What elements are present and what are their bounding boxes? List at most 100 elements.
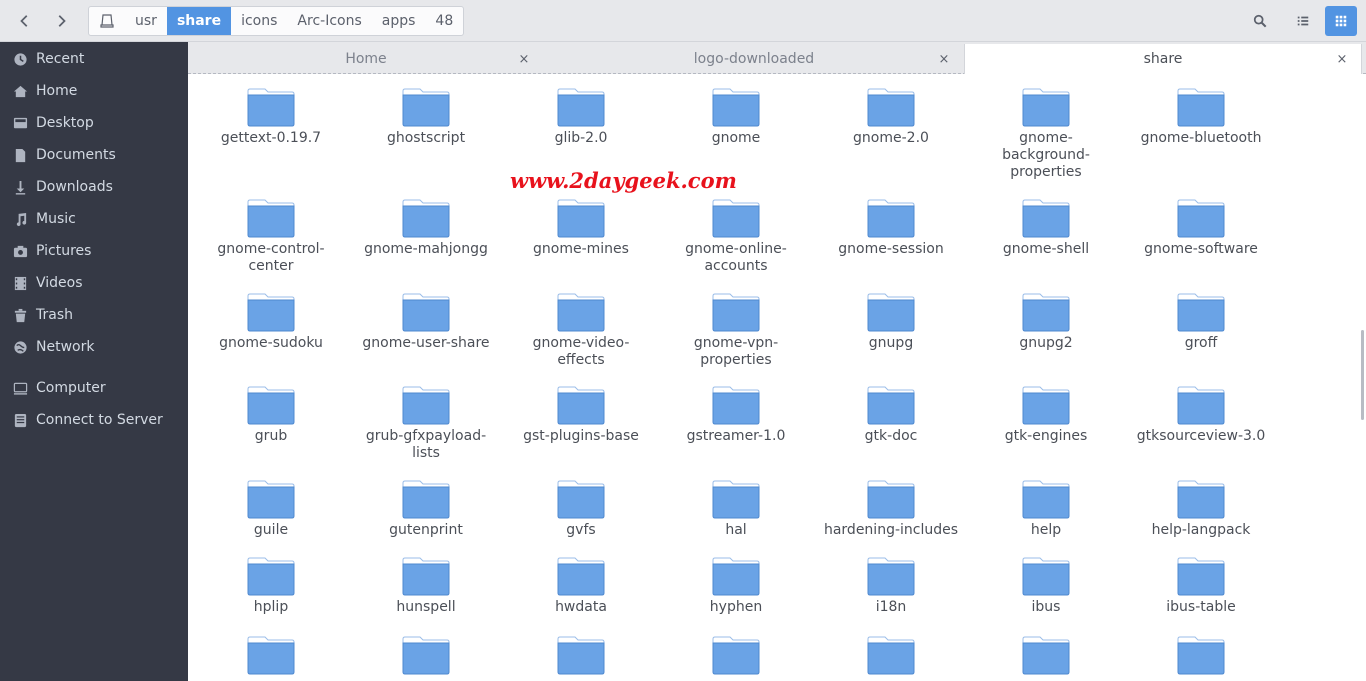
folder-item[interactable] xyxy=(506,635,656,678)
sidebar-item-label: Music xyxy=(36,211,76,227)
folder-item[interactable]: gnome-mahjongg xyxy=(351,198,501,258)
tab-close-button[interactable]: × xyxy=(932,44,956,74)
folder-icon xyxy=(867,199,915,238)
breadcrumb-icons[interactable]: icons xyxy=(231,7,287,35)
breadcrumb-48[interactable]: 48 xyxy=(425,7,463,35)
vertical-scrollbar[interactable] xyxy=(1361,330,1364,420)
folder-name: gst-plugins-base xyxy=(523,428,639,444)
folder-item[interactable]: glib-2.0 xyxy=(506,87,656,147)
folder-item[interactable]: ibus xyxy=(971,556,1121,616)
tab-close-button[interactable]: × xyxy=(512,44,536,74)
folder-item[interactable]: hunspell xyxy=(351,556,501,616)
folder-item[interactable]: gnome-bluetooth xyxy=(1126,87,1276,147)
folder-icon xyxy=(247,386,295,425)
folder-item[interactable]: help xyxy=(971,479,1121,539)
tab-share[interactable]: share xyxy=(964,44,1362,74)
folder-item[interactable]: gnome-mines xyxy=(506,198,656,258)
folder-icon xyxy=(1177,199,1225,238)
folder-item[interactable]: gutenprint xyxy=(351,479,501,539)
tab-logo-downloaded[interactable]: logo-downloaded xyxy=(544,44,964,74)
folder-item[interactable]: help-langpack xyxy=(1126,479,1276,539)
folder-item[interactable] xyxy=(196,635,346,678)
folder-name: gnome-session xyxy=(838,241,944,257)
folder-icon xyxy=(1022,88,1070,127)
pictures-icon xyxy=(12,243,28,259)
sidebar-item-home[interactable]: Home xyxy=(0,76,188,106)
folder-item[interactable]: hyphen xyxy=(661,556,811,616)
forward-button[interactable] xyxy=(47,7,75,35)
tab-close-button[interactable]: × xyxy=(1330,44,1354,74)
folder-item[interactable]: gnome-user-share xyxy=(351,292,501,352)
folder-item[interactable]: gnome-software xyxy=(1126,198,1276,258)
folder-icon xyxy=(247,480,295,519)
folder-item[interactable]: hal xyxy=(661,479,811,539)
drive-crumb-button[interactable] xyxy=(89,7,125,35)
sidebar-item-computer[interactable]: Computer xyxy=(0,373,188,403)
folder-item[interactable]: gnome xyxy=(661,87,811,147)
folder-item[interactable]: gnupg2 xyxy=(971,292,1121,352)
breadcrumb-share[interactable]: share xyxy=(166,7,232,35)
chevron-left-icon xyxy=(20,15,28,27)
sidebar-item-network[interactable]: Network xyxy=(0,332,188,362)
folder-item[interactable] xyxy=(351,635,501,678)
folder-item[interactable]: ghostscript xyxy=(351,87,501,147)
folder-item[interactable]: gnome-shell xyxy=(971,198,1121,258)
breadcrumb-usr[interactable]: usr xyxy=(125,7,167,35)
sidebar-item-recent[interactable]: Recent xyxy=(0,44,188,74)
sidebar-item-videos[interactable]: Videos xyxy=(0,268,188,298)
folder-item[interactable] xyxy=(816,635,966,678)
folder-name: gnupg2 xyxy=(1019,335,1073,351)
folder-item[interactable]: gtk-engines xyxy=(971,385,1121,445)
folder-item[interactable]: gnome-vpn- properties xyxy=(661,292,811,369)
folder-icon xyxy=(712,199,760,238)
folder-item[interactable]: hardening-includes xyxy=(816,479,966,539)
sidebar-item-connect-to-server[interactable]: Connect to Server xyxy=(0,405,188,435)
folder-icon xyxy=(867,480,915,519)
folder-item[interactable]: gnome-sudoku xyxy=(196,292,346,352)
folder-item[interactable]: grub xyxy=(196,385,346,445)
folder-item[interactable]: guile xyxy=(196,479,346,539)
folder-item[interactable]: hplip xyxy=(196,556,346,616)
folder-item[interactable]: grub-gfxpayload- lists xyxy=(351,385,501,462)
folder-item[interactable]: gnome-control- center xyxy=(196,198,346,275)
folder-item[interactable]: gettext-0.19.7 xyxy=(196,87,346,147)
folder-item[interactable] xyxy=(1126,635,1276,678)
folder-item[interactable]: gnome-online- accounts xyxy=(661,198,811,275)
folder-icon xyxy=(1177,386,1225,425)
folder-item[interactable]: i18n xyxy=(816,556,966,616)
folder-item[interactable]: gtk-doc xyxy=(816,385,966,445)
folder-name: gnome-2.0 xyxy=(853,130,929,146)
sidebar-item-documents[interactable]: Documents xyxy=(0,140,188,170)
folder-item[interactable]: gvfs xyxy=(506,479,656,539)
folder-item[interactable]: gstreamer-1.0 xyxy=(661,385,811,445)
search-button[interactable] xyxy=(1244,6,1276,36)
grid-view-button[interactable] xyxy=(1325,6,1357,36)
sidebar-item-pictures[interactable]: Pictures xyxy=(0,236,188,266)
folder-item[interactable]: gnupg xyxy=(816,292,966,352)
back-button[interactable] xyxy=(11,7,39,35)
breadcrumb-apps[interactable]: apps xyxy=(372,7,426,35)
tab-home[interactable]: Home xyxy=(188,44,544,74)
folder-item[interactable]: gnome-2.0 xyxy=(816,87,966,147)
folder-item[interactable]: gnome-session xyxy=(816,198,966,258)
folder-name: help-langpack xyxy=(1151,522,1251,538)
folder-item[interactable]: groff xyxy=(1126,292,1276,352)
folder-item[interactable]: hwdata xyxy=(506,556,656,616)
breadcrumb-arc-icons[interactable]: Arc-Icons xyxy=(287,7,371,35)
folder-item[interactable]: gst-plugins-base xyxy=(506,385,656,445)
header-bar: usr share icons Arc-Icons apps 48 xyxy=(0,0,1366,42)
folder-item[interactable]: gnome-video- effects xyxy=(506,292,656,369)
sidebar-item-music[interactable]: Music xyxy=(0,204,188,234)
folder-item[interactable] xyxy=(661,635,811,678)
folder-item[interactable] xyxy=(971,635,1121,678)
folder-item[interactable]: gnome- background- properties xyxy=(971,87,1121,181)
folder-name: gnome-vpn- properties xyxy=(693,335,779,368)
sidebar-item-desktop[interactable]: Desktop xyxy=(0,108,188,138)
folder-item[interactable]: ibus-table xyxy=(1126,556,1276,616)
sidebar-item-trash[interactable]: Trash xyxy=(0,300,188,330)
folder-item[interactable]: gtksourceview-3.0 xyxy=(1126,385,1276,445)
folder-icon xyxy=(712,557,760,596)
list-view-button[interactable] xyxy=(1287,6,1319,36)
sidebar-item-downloads[interactable]: Downloads xyxy=(0,172,188,202)
grid-view-icon xyxy=(1335,15,1347,27)
